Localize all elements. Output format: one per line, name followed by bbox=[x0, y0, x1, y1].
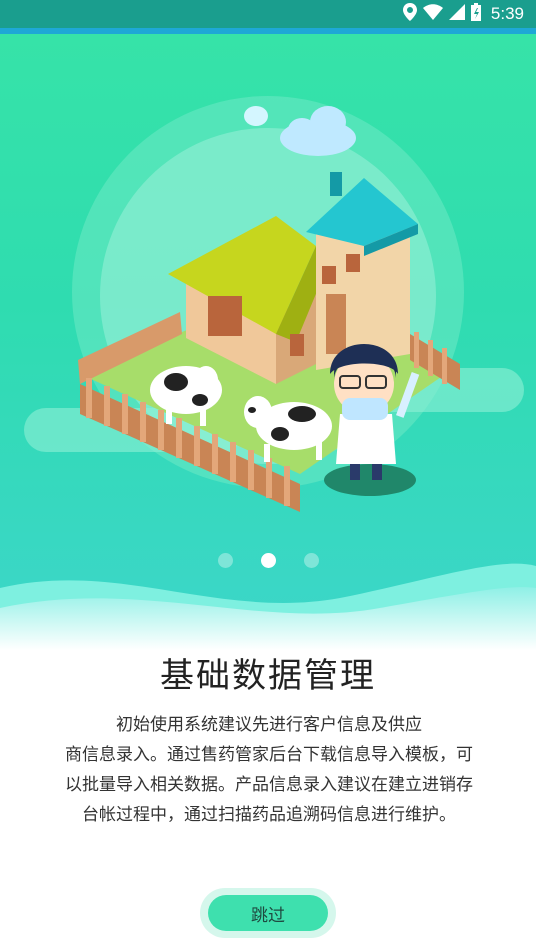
wave-divider bbox=[0, 563, 536, 650]
description-line: 以批量导入相关数据。产品信息录入建议在建立进销存 bbox=[65, 775, 473, 795]
status-bar: 5:39 bbox=[0, 0, 536, 28]
signal-icon bbox=[448, 4, 465, 24]
description-line: 初始使用系统建议先进行客户信息及供应 bbox=[116, 715, 422, 735]
cloud-small-icon bbox=[244, 106, 268, 126]
description-line: 台帐过程中，通过扫描药品追溯码信息进行维护。 bbox=[82, 805, 456, 825]
status-time: 5:39 bbox=[490, 4, 524, 23]
description-line: 商信息录入。通过售药管家后台下载信息导入模板，可 bbox=[65, 745, 473, 765]
farm-illustration bbox=[24, 96, 524, 512]
location-icon bbox=[402, 3, 417, 25]
skip-button[interactable]: 跳过 bbox=[208, 895, 328, 931]
page-description: 初始使用系统建议先进行客户信息及供应 商信息录入。通过售药管家后台下载信息导入模… bbox=[64, 710, 474, 830]
onboarding-hero bbox=[0, 34, 536, 634]
battery-icon bbox=[470, 3, 481, 25]
skip-button-halo: 跳过 bbox=[200, 888, 336, 938]
page-title: 基础数据管理 bbox=[160, 656, 376, 696]
status-icons: 5:39 bbox=[402, 0, 524, 28]
wifi-icon bbox=[422, 4, 443, 24]
